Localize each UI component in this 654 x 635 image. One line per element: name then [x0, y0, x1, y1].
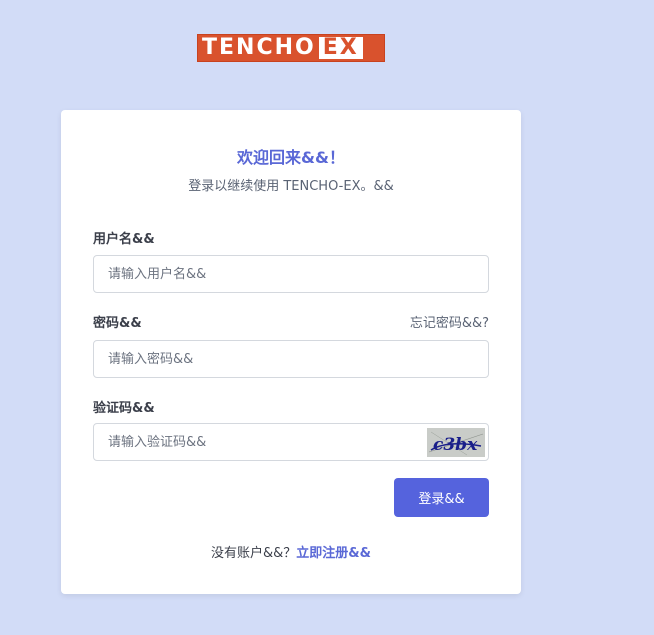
- logo-text-main: TENCHO: [202, 35, 316, 60]
- brand-logo: TENCHO EX: [197, 34, 385, 62]
- no-account-text: 没有账户&&？: [211, 546, 297, 561]
- login-card: 欢迎回来&&！ 登录以继续使用 TENCHO-EX。&& 用户名&& 密码&& …: [61, 110, 521, 594]
- password-label: 密码&&: [93, 316, 142, 331]
- username-label: 用户名&&: [93, 232, 155, 247]
- login-button[interactable]: 登录&&: [394, 478, 489, 517]
- username-input[interactable]: [93, 255, 489, 293]
- captcha-label: 验证码&&: [93, 401, 155, 416]
- forgot-password-link[interactable]: 忘记密码&&?: [410, 312, 489, 331]
- register-prompt: 没有账户&&？立即注册&&: [61, 542, 521, 561]
- captcha-text: c3bx: [433, 435, 478, 455]
- logo-text-accent: EX: [318, 37, 363, 59]
- page-subtitle: 登录以继续使用 TENCHO-EX。&&: [188, 179, 394, 194]
- page-title: 欢迎回来&&！: [237, 148, 345, 167]
- register-link[interactable]: 立即注册&&: [296, 546, 371, 561]
- captcha-image[interactable]: c3bx: [427, 428, 485, 457]
- password-input[interactable]: [93, 340, 489, 378]
